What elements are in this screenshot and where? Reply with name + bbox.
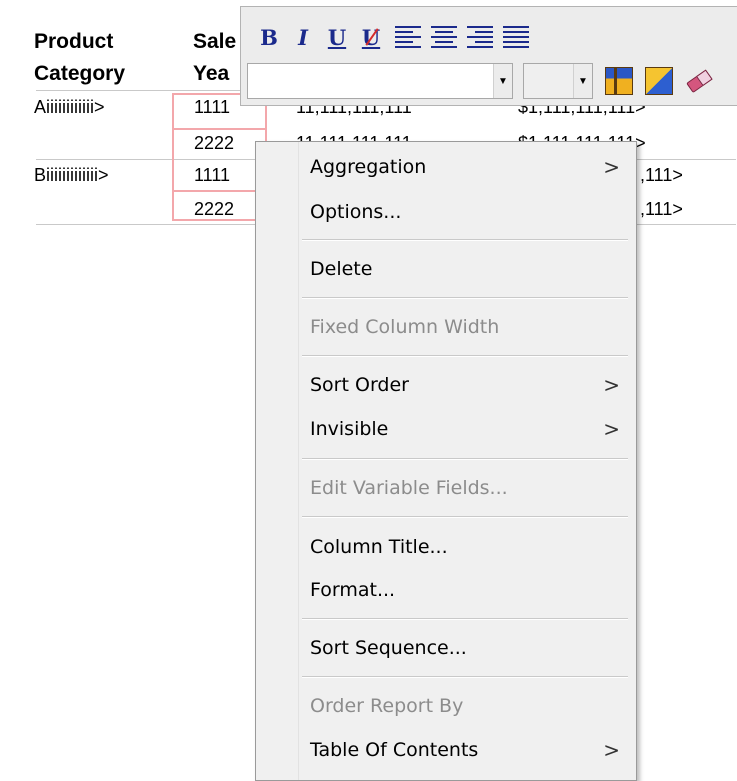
- table-cell-amount[interactable]: ,111>: [640, 164, 683, 186]
- toolbar-row-font: ▼ ▼: [247, 63, 711, 99]
- fill-color-icon[interactable]: [645, 67, 673, 95]
- table-cell-amount[interactable]: ,111>: [640, 198, 683, 220]
- chevron-right-icon: >: [603, 417, 620, 441]
- menu-separator: [302, 458, 628, 460]
- column-header-sales-year[interactable]: Sale Yea: [193, 26, 236, 90]
- eraser-icon[interactable]: [680, 63, 716, 99]
- underline-icon[interactable]: U: [323, 22, 351, 52]
- menu-item-column-title[interactable]: Column Title...: [310, 528, 620, 566]
- menu-separator: [302, 297, 628, 299]
- menu-item-order-report-by: Order Report By: [310, 687, 620, 725]
- context-menu: Aggregation > Options... Delete Fixed Co…: [255, 141, 637, 781]
- table-cell-category[interactable]: Biiiiiiiiiiiii>: [34, 164, 109, 186]
- menu-item-format[interactable]: Format...: [310, 571, 620, 609]
- chevron-right-icon: >: [603, 738, 620, 762]
- menu-item-label: Edit Variable Fields...: [310, 477, 508, 499]
- menu-separator: [302, 516, 628, 518]
- align-left-icon[interactable]: [395, 26, 421, 48]
- menu-item-sort-order[interactable]: Sort Order >: [310, 366, 620, 404]
- header-line: Product: [34, 30, 114, 53]
- menu-item-label: Invisible: [310, 418, 389, 440]
- menu-item-label: Aggregation: [310, 156, 427, 178]
- table-color-icon[interactable]: [605, 67, 633, 95]
- menu-item-delete[interactable]: Delete: [310, 250, 620, 288]
- menu-item-label: Options...: [310, 201, 402, 223]
- align-right-icon[interactable]: [467, 26, 493, 48]
- column-header-product-category[interactable]: Product Category: [34, 26, 125, 90]
- menu-item-label: Table Of Contents: [310, 739, 479, 761]
- selected-column-divider: [172, 190, 267, 192]
- font-family-select[interactable]: ▼: [247, 63, 513, 99]
- menu-item-table-of-contents[interactable]: Table Of Contents >: [310, 731, 620, 769]
- formatting-toolbar: B I U U ▼ ▼: [240, 6, 737, 106]
- menu-item-label: Sort Order: [310, 374, 409, 396]
- menu-item-edit-variable-fields: Edit Variable Fields...: [310, 469, 620, 507]
- align-center-icon[interactable]: [431, 26, 457, 48]
- header-line: Yea: [193, 62, 230, 85]
- toolbar-row-style: B I U U: [255, 17, 529, 57]
- menu-item-label: Format...: [310, 579, 396, 601]
- menu-item-label: Fixed Column Width: [310, 316, 500, 338]
- font-size-select[interactable]: ▼: [523, 63, 593, 99]
- dropdown-arrow-icon[interactable]: ▼: [493, 64, 512, 98]
- menu-item-label: Delete: [310, 258, 373, 280]
- menu-item-sort-sequence[interactable]: Sort Sequence...: [310, 629, 620, 667]
- menu-item-invisible[interactable]: Invisible >: [310, 410, 620, 448]
- selected-column-outline: [172, 93, 267, 221]
- menu-item-label: Order Report By: [310, 695, 464, 717]
- italic-icon[interactable]: I: [289, 22, 317, 52]
- justify-icon[interactable]: [503, 26, 529, 48]
- menu-item-fixed-column-width: Fixed Column Width: [310, 308, 620, 346]
- menu-item-label: Sort Sequence...: [310, 637, 467, 659]
- menu-item-options[interactable]: Options...: [310, 193, 620, 231]
- dropdown-arrow-icon[interactable]: ▼: [573, 64, 592, 98]
- strikethrough-icon[interactable]: U: [357, 22, 385, 52]
- table-cell-category[interactable]: Aiiiiiiiiiiii>: [34, 96, 105, 118]
- menu-separator: [302, 676, 628, 678]
- header-line: Sale: [193, 30, 237, 53]
- menu-item-label: Column Title...: [310, 536, 448, 558]
- menu-separator: [302, 618, 628, 620]
- selected-column-divider: [172, 128, 267, 130]
- menu-item-aggregation[interactable]: Aggregation >: [310, 148, 620, 186]
- bold-icon[interactable]: B: [255, 22, 283, 52]
- menu-separator: [302, 239, 628, 241]
- menu-separator: [302, 355, 628, 357]
- header-line: Category: [34, 62, 126, 85]
- chevron-right-icon: >: [603, 155, 620, 179]
- chevron-right-icon: >: [603, 373, 620, 397]
